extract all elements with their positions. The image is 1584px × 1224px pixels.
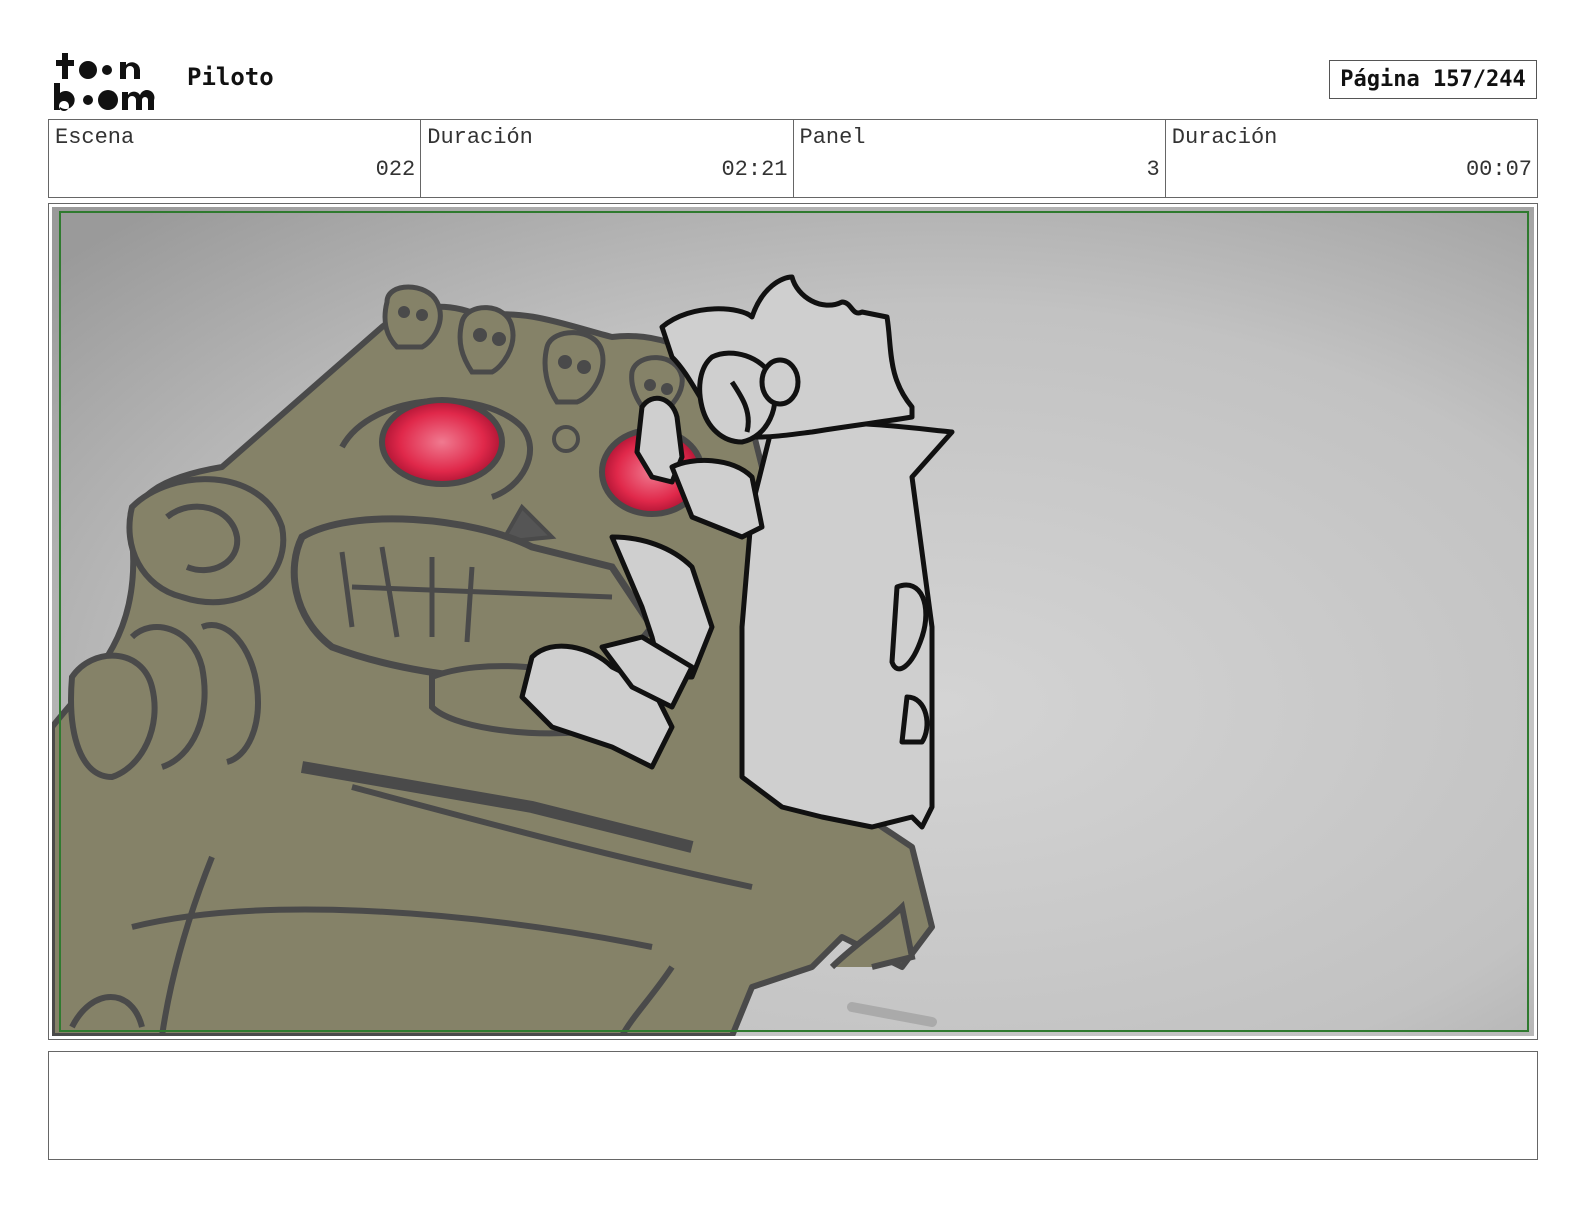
toonboom-logo (52, 50, 164, 112)
project-title: Piloto (187, 63, 274, 91)
page-number-box: Página 157/244 (1329, 60, 1537, 99)
storyboard-drawing (52, 207, 1534, 1036)
scene-duration-label: Duración (427, 125, 533, 150)
panel-label: Panel (799, 125, 866, 150)
scene-duration-value: 02:21 (721, 157, 788, 182)
scene-cell: Escena 022 (49, 120, 422, 197)
scene-duration-cell: Duración 02:21 (421, 120, 794, 197)
scene-label: Escena (55, 125, 135, 150)
panel-duration-cell: Duración 00:07 (1166, 120, 1537, 197)
panel-notes-box (48, 1051, 1538, 1160)
page-number: Página 157/244 (1340, 67, 1526, 92)
scene-info-row: Escena 022 Duración 02:21 Panel 3 Duraci… (48, 119, 1538, 198)
panel-value: 3 (1146, 157, 1160, 182)
panel-duration-value: 00:07 (1465, 157, 1532, 182)
storyboard-panel (48, 203, 1538, 1040)
scene-value: 022 (375, 157, 416, 182)
panel-duration-label: Duración (1171, 125, 1278, 150)
panel-cell: Panel 3 (794, 120, 1166, 197)
